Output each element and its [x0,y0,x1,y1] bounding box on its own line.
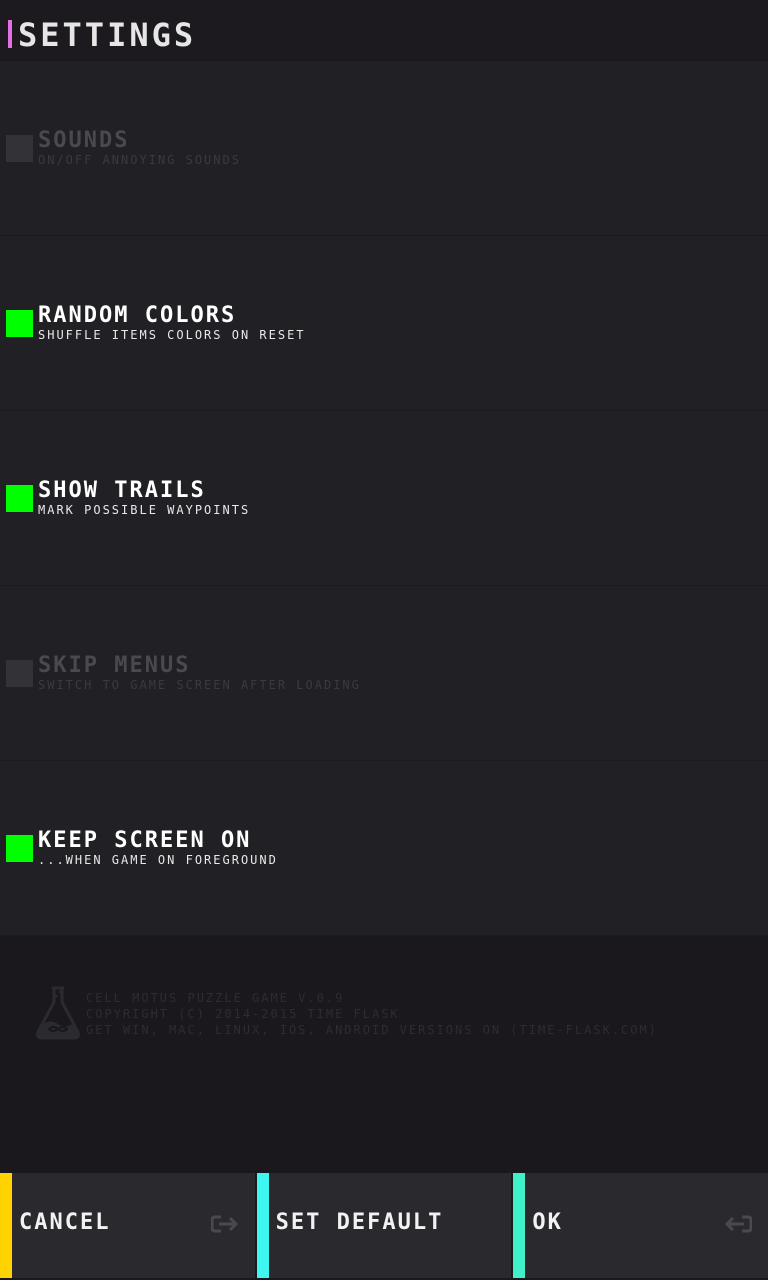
setting-description: ON/OFF ANNOYING SOUNDS [38,153,241,167]
setting-row-show-trails[interactable]: SHOW TRAILS MARK POSSIBLE WAYPOINTS [0,411,768,586]
show-trails-checkbox[interactable] [6,485,33,512]
setting-description: SHUFFLE ITEMS COLORS ON RESET [38,328,306,342]
settings-list: SOUNDS ON/OFF ANNOYING SOUNDS RANDOM COL… [0,61,768,936]
skip-menus-checkbox[interactable] [6,660,33,687]
header-accent-bar [8,20,12,48]
setting-description: ...WHEN GAME ON FOREGROUND [38,853,278,867]
random-colors-checkbox[interactable] [6,310,33,337]
bottom-button-bar: CANCEL SET DEFAULT OK [0,1173,768,1280]
sounds-checkbox[interactable] [6,135,33,162]
set-default-button[interactable]: SET DEFAULT [254,1173,512,1278]
return-arrow-icon [724,1215,753,1233]
set-default-button-label: SET DEFAULT [275,1210,444,1235]
credit-copyright: COPYRIGHT (C) 2014-2015 TIME FLASK [86,1007,400,1021]
credits-block: CELL MOTUS PUZZLE GAME V.0.9 COPYRIGHT (… [34,984,734,1044]
cancel-button-label: CANCEL [19,1210,111,1235]
cancel-button[interactable]: CANCEL [0,1173,255,1278]
ok-button[interactable]: OK [511,1173,768,1278]
setting-label: SOUNDS [38,128,130,153]
flask-icon [36,986,80,1040]
setting-description: MARK POSSIBLE WAYPOINTS [38,503,251,517]
setting-label: SHOW TRAILS [38,478,206,503]
setting-label: RANDOM COLORS [38,303,237,328]
credit-versions: GET WIN, MAC, LINUX, IOS, ANDROID VERSIO… [86,1023,658,1037]
set-default-accent-bar [256,1173,269,1278]
keep-screen-on-checkbox[interactable] [6,835,33,862]
exit-arrow-icon [210,1215,238,1233]
page-title: SETTINGS [18,16,197,54]
header-bar: SETTINGS [0,0,768,60]
credit-title: CELL MOTUS PUZZLE GAME V.0.9 [86,991,345,1005]
setting-row-sounds[interactable]: SOUNDS ON/OFF ANNOYING SOUNDS [0,61,768,236]
cancel-accent-bar [0,1173,12,1278]
setting-label: SKIP MENUS [38,653,191,678]
ok-accent-bar [513,1173,526,1278]
ok-button-label: OK [532,1210,563,1235]
setting-description: SWITCH TO GAME SCREEN AFTER LOADING [38,678,361,692]
credit-lines: CELL MOTUS PUZZLE GAME V.0.9 COPYRIGHT (… [86,990,658,1038]
setting-row-keep-screen-on[interactable]: KEEP SCREEN ON ...WHEN GAME ON FOREGROUN… [0,761,768,936]
setting-label: KEEP SCREEN ON [38,828,252,853]
setting-row-skip-menus[interactable]: SKIP MENUS SWITCH TO GAME SCREEN AFTER L… [0,586,768,761]
setting-row-random-colors[interactable]: RANDOM COLORS SHUFFLE ITEMS COLORS ON RE… [0,236,768,411]
